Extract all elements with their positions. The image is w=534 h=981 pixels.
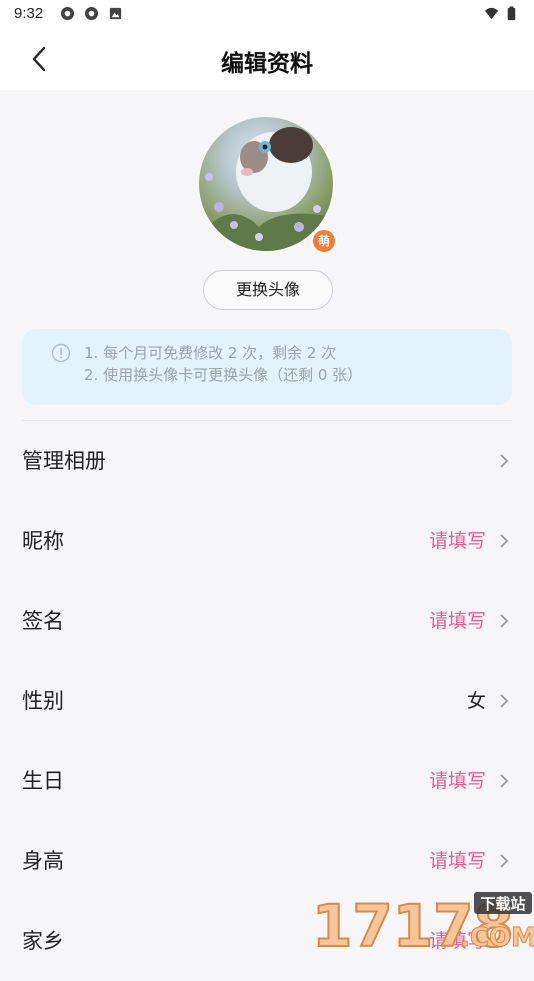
status-time: 9:32 — [14, 5, 44, 22]
row-value: 请填写 — [428, 850, 486, 872]
app-notification-icon — [84, 6, 99, 21]
row-label: 身高 — [22, 849, 64, 873]
row-value: 女 — [466, 690, 486, 712]
row-label: 签名 — [22, 609, 64, 633]
row-label: 昵称 — [22, 529, 64, 553]
battery-icon — [507, 6, 516, 21]
app-notification-icon — [60, 6, 75, 21]
row-birthday[interactable]: 生日 请填写 — [22, 741, 512, 821]
watermark-tag: 下载站 — [480, 895, 525, 913]
info-icon — [51, 343, 71, 363]
chevron-right-icon — [500, 614, 509, 628]
change-avatar-button[interactable]: 更换头像 — [203, 270, 333, 310]
watermark-suffix: .COM — [460, 923, 534, 950]
chevron-right-icon — [500, 454, 509, 468]
row-nickname[interactable]: 昵称 请填写 — [22, 501, 512, 581]
row-value: 请填写 — [428, 770, 486, 792]
row-label: 性别 — [22, 689, 64, 713]
avatar[interactable] — [199, 117, 333, 251]
row-label: 家乡 — [22, 929, 64, 953]
notice-line-1: 1. 每个月可免费修改 2 次，剩余 2 次 — [84, 344, 337, 362]
chevron-right-icon — [500, 774, 509, 788]
page-title: 编辑资料 — [221, 51, 313, 77]
notice-line-2: 2. 使用换头像卡可更换头像（还剩 0 张） — [84, 366, 363, 384]
row-signature[interactable]: 签名 请填写 — [22, 581, 512, 661]
cute-badge: 萌 — [311, 228, 337, 254]
row-manage-album[interactable]: 管理相册 — [22, 421, 512, 501]
status-bar: 9:32 — [0, 0, 534, 28]
avatar-change-notice: 1. 每个月可免费修改 2 次，剩余 2 次 2. 使用换头像卡可更换头像（还剩… — [22, 329, 512, 405]
row-label: 生日 — [22, 769, 64, 793]
row-label: 管理相册 — [22, 449, 106, 473]
row-gender[interactable]: 性别 女 — [22, 661, 512, 741]
chevron-right-icon — [500, 854, 509, 868]
avatar-cat-image — [199, 127, 333, 251]
wifi-icon — [484, 7, 499, 20]
header: 编辑资料 — [0, 28, 534, 90]
chevron-right-icon — [500, 694, 509, 708]
chevron-right-icon — [500, 534, 509, 548]
avatar-section: 萌 — [199, 117, 337, 254]
row-value: 请填写 — [428, 610, 486, 632]
site-watermark: 17178 下载站 .COM — [311, 891, 534, 950]
row-value: 请填写 — [428, 530, 486, 552]
image-notification-icon — [109, 7, 122, 20]
